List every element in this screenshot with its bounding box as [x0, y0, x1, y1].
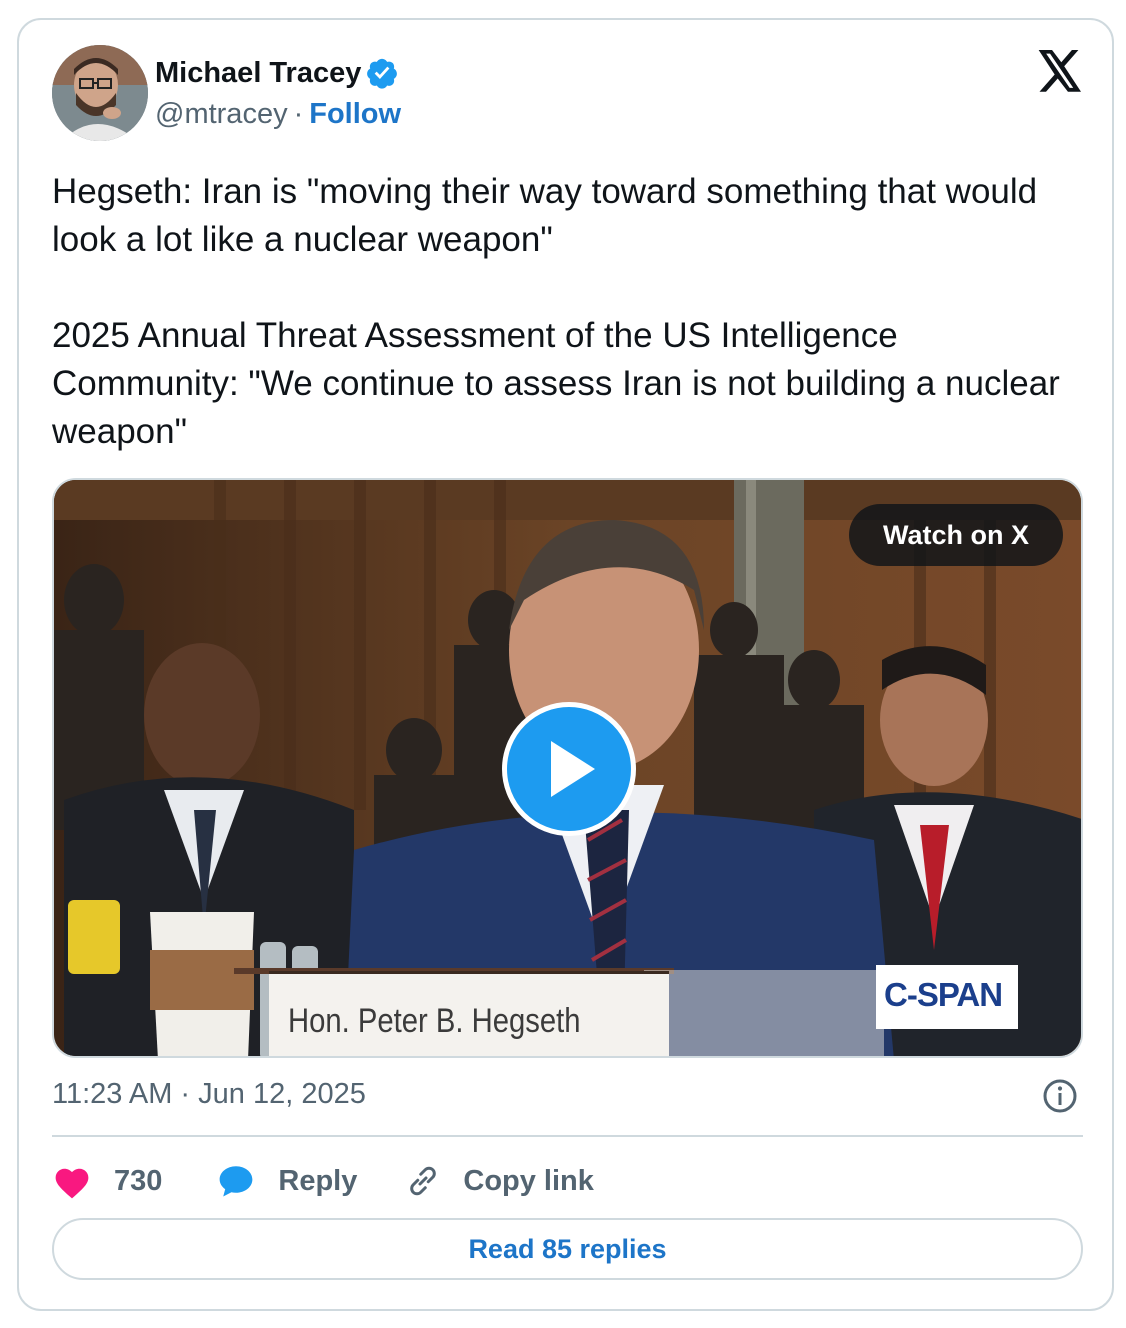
- author-handle[interactable]: @mtracey: [155, 98, 288, 131]
- avatar[interactable]: [52, 45, 148, 141]
- separator-dot: ·: [293, 98, 304, 130]
- tweet-text: Hegseth: Iran is "moving their way towar…: [52, 172, 1060, 451]
- like-button[interactable]: 730: [52, 1163, 162, 1199]
- heart-icon: [55, 1168, 89, 1199]
- author-name-row: Michael Tracey: [155, 56, 399, 90]
- divider: [52, 1135, 1083, 1137]
- copy-link-button[interactable]: Copy link: [405, 1163, 594, 1199]
- read-replies-button[interactable]: Read 85 replies: [52, 1218, 1083, 1280]
- like-count: 730: [114, 1164, 163, 1197]
- watch-on-x-button[interactable]: Watch on X: [849, 504, 1063, 566]
- author-handle-row: @mtracey · Follow: [155, 98, 401, 131]
- tweet-card: Michael Tracey @mtracey · Follow Hegseth…: [17, 18, 1114, 1311]
- author-name[interactable]: Michael Tracey: [155, 57, 361, 90]
- play-icon: [551, 741, 595, 797]
- copy-link-label: Copy link: [463, 1164, 594, 1197]
- verified-badge-icon: [367, 58, 398, 89]
- reply-label: Reply: [278, 1164, 358, 1197]
- broadcaster-logo-text: C-SPAN: [884, 976, 1003, 1013]
- info-icon[interactable]: [1042, 1078, 1078, 1114]
- action-bar: 730 Reply Copy link: [52, 1156, 594, 1206]
- tweet-timestamp[interactable]: 11:23 AM · Jun 12, 2025: [52, 1078, 366, 1111]
- follow-button[interactable]: Follow: [309, 98, 401, 131]
- link-icon: [410, 1166, 437, 1196]
- reply-button[interactable]: Reply: [216, 1163, 357, 1199]
- avatar-image: [52, 45, 148, 141]
- nameplate: Hon. Peter B. Hegseth: [269, 971, 669, 1056]
- x-logo-icon[interactable]: [1037, 50, 1083, 92]
- nameplate-text: Hon. Peter B. Hegseth: [288, 1002, 581, 1040]
- reply-bubble-icon: [220, 1166, 253, 1197]
- play-button[interactable]: [502, 702, 636, 836]
- video-player[interactable]: Watch on X Hon. Peter B. Hegseth C-SPAN: [52, 478, 1083, 1058]
- broadcaster-logo: C-SPAN: [876, 965, 1018, 1029]
